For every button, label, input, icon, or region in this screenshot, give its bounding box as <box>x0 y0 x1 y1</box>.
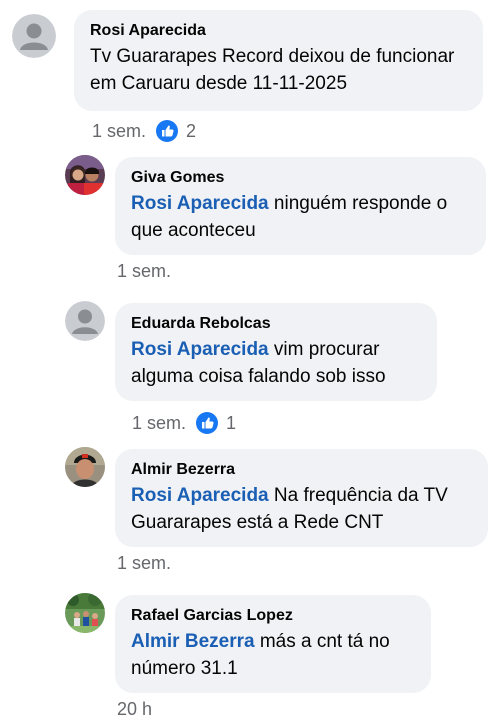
comment-bubble: Rafael Garcias Lopez Almir Bezerra más a… <box>115 595 431 693</box>
comment-bubble: Giva Gomes Rosi Aparecida ninguém respon… <box>115 157 486 255</box>
avatar[interactable] <box>65 301 105 341</box>
mention-link[interactable]: Rosi Aparecida <box>131 193 269 214</box>
avatar[interactable] <box>65 447 105 487</box>
comment-meta: 1 sem. <box>117 261 171 282</box>
mention-link[interactable]: Almir Bezerra <box>131 631 255 652</box>
comment-author[interactable]: Eduarda Rebolcas <box>131 313 421 335</box>
mention-link[interactable]: Rosi Aparecida <box>131 485 269 506</box>
reaction-count[interactable]: 2 <box>186 121 196 142</box>
default-avatar-icon <box>12 14 56 58</box>
comment-text: Tv Guararapes Record deixou de funcionar… <box>90 46 455 94</box>
comment-text: Rosi Aparecida ninguém responde o que ac… <box>131 193 448 241</box>
avatar[interactable] <box>65 155 105 195</box>
comment-author[interactable]: Almir Bezerra <box>131 459 472 481</box>
comment-bubble: Almir Bezerra Rosi Aparecida Na frequênc… <box>115 449 488 547</box>
reaction-count[interactable]: 1 <box>226 413 236 434</box>
default-avatar-icon <box>65 301 105 341</box>
comment-time[interactable]: 1 sem. <box>117 261 171 282</box>
comment-author[interactable]: Rafael Garcias Lopez <box>131 605 415 627</box>
comment-meta: 1 sem. 1 <box>132 412 236 434</box>
comment-bubble: Rosi Aparecida Tv Guararapes Record deix… <box>74 10 483 111</box>
comment-time[interactable]: 1 sem. <box>132 413 186 434</box>
comment-text: Almir Bezerra más a cnt tá no número 31.… <box>131 631 390 679</box>
man-cap-photo-avatar <box>65 447 105 487</box>
like-reaction-icon[interactable] <box>156 120 179 142</box>
comment-time[interactable]: 1 sem. <box>117 553 171 574</box>
comment-bubble: Eduarda Rebolcas Rosi Aparecida vim proc… <box>115 303 437 401</box>
avatar[interactable] <box>12 14 56 58</box>
group-outdoor-photo-avatar <box>65 593 105 633</box>
mention-link[interactable]: Rosi Aparecida <box>131 339 269 360</box>
couple-photo-avatar <box>65 155 105 195</box>
comment-meta: 1 sem. 2 <box>92 120 196 142</box>
comment-meta: 1 sem. <box>117 553 171 574</box>
comment-meta: 20 h <box>117 699 152 720</box>
avatar[interactable] <box>65 593 105 633</box>
comment-text: Rosi Aparecida Na frequência da TV Guara… <box>131 485 448 533</box>
like-reaction-icon[interactable] <box>196 412 219 434</box>
comment-author[interactable]: Rosi Aparecida <box>90 20 467 42</box>
comment-author[interactable]: Giva Gomes <box>131 167 470 189</box>
comment-time[interactable]: 20 h <box>117 699 152 720</box>
comment-text: Rosi Aparecida vim procurar alguma coisa… <box>131 339 386 387</box>
comment-time[interactable]: 1 sem. <box>92 121 146 142</box>
